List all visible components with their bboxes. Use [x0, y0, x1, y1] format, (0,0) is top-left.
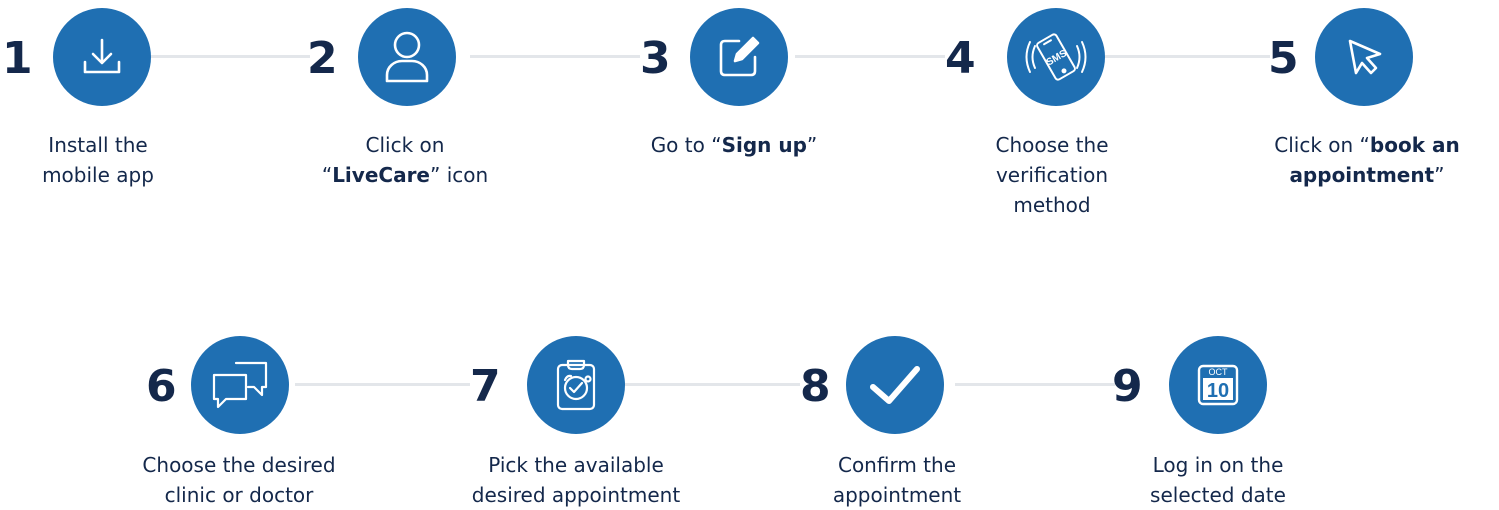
step-label: Install the mobile app: [42, 133, 154, 187]
connector-line-7-8: [625, 383, 800, 386]
step-icon-circle: [690, 8, 788, 106]
step-label: Choose the verification method: [995, 133, 1109, 217]
connector-line-3-4: [795, 55, 945, 58]
step-label: Confirm the appointment: [832, 453, 962, 507]
step-number: 4: [945, 33, 976, 84]
edit-icon: [719, 36, 760, 77]
step-label: Log in on the selected date: [1150, 453, 1286, 507]
user-icon: [385, 31, 429, 83]
step-icon-circle: SMS: [1007, 8, 1105, 106]
step-number: 5: [1268, 33, 1299, 84]
connector-line-1-2: [150, 55, 310, 58]
step-label: Click on “LiveCare” icon: [321, 133, 489, 187]
step-icon-circle: [1315, 8, 1413, 106]
step-label: Click on “book an appointment”: [1274, 133, 1460, 187]
step-label: Go to “Sign up”: [650, 133, 818, 157]
download-icon: [83, 38, 121, 74]
svg-text:OCT: OCT: [1209, 367, 1229, 377]
step-number: 3: [640, 33, 671, 84]
step-number: 9: [1112, 361, 1143, 412]
chat-icon: [212, 361, 268, 409]
step-icon-circle: [53, 8, 151, 106]
clipboard-stethoscope-icon: [556, 359, 596, 411]
step-label: Pick the available desired appointment: [471, 453, 681, 507]
step-number: 8: [800, 361, 831, 412]
connector-line-6-7: [295, 383, 470, 386]
calendar-icon: OCT 10: [1197, 364, 1239, 406]
step-number: 2: [307, 33, 338, 84]
step-label: Choose the desired clinic or doctor: [142, 453, 336, 507]
step-number: 6: [146, 361, 177, 412]
step-icon-circle: [846, 336, 944, 434]
step-icon-circle: [191, 336, 289, 434]
connector-line-4-5: [1105, 55, 1270, 58]
checkmark-icon: [870, 366, 920, 404]
cursor-icon: [1348, 39, 1382, 75]
step-icon-circle: OCT 10: [1169, 336, 1267, 434]
svg-text:10: 10: [1207, 380, 1229, 402]
step-icon-circle: [527, 336, 625, 434]
connector-line-2-3: [470, 55, 640, 58]
connector-line-8-9: [955, 383, 1115, 386]
step-icon-circle: [358, 8, 456, 106]
sms-phone-icon: SMS: [1025, 33, 1087, 81]
step-number: 7: [470, 361, 501, 412]
step-number: 1: [2, 33, 33, 84]
